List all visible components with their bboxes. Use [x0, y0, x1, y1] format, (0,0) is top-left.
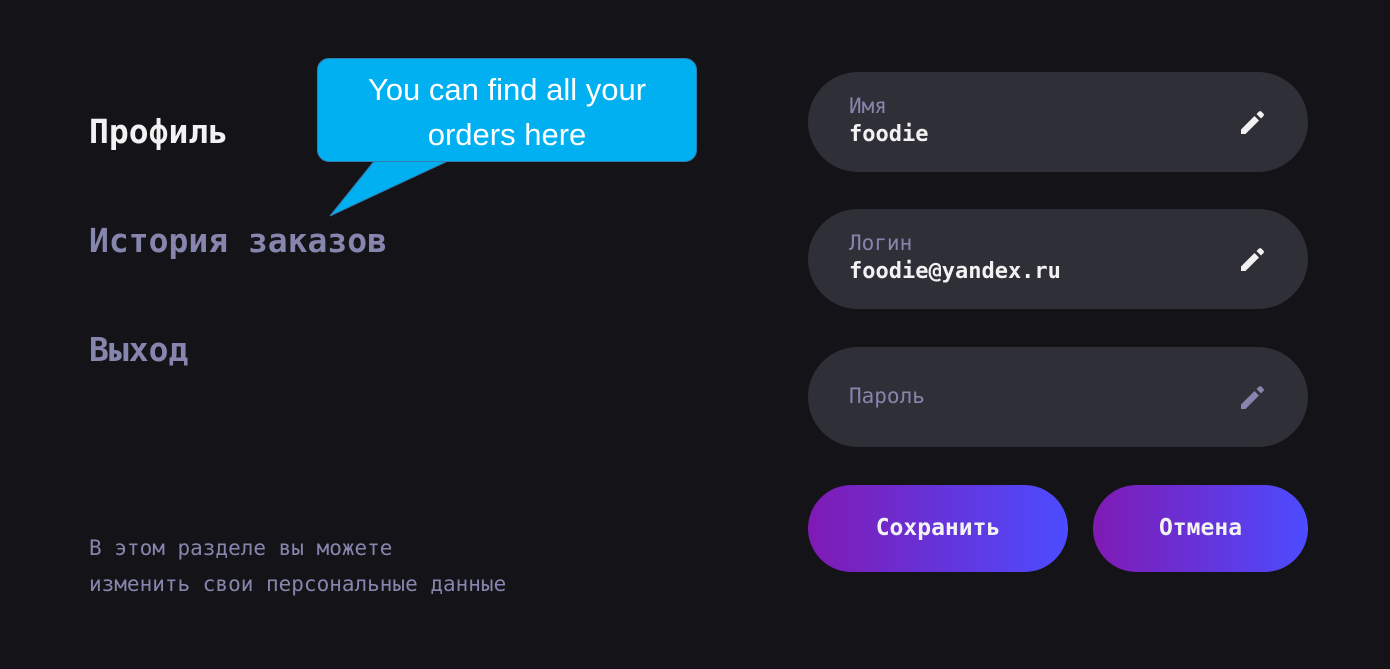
section-description-line-1: В этом разделе вы можете — [89, 536, 393, 560]
nav-item-logout[interactable]: Выход — [89, 330, 188, 370]
pencil-icon[interactable] — [1236, 243, 1268, 275]
pencil-icon[interactable] — [1236, 381, 1268, 413]
password-field-placeholder: Пароль — [849, 384, 925, 408]
callout-annotation: You can find all your orders here — [317, 58, 697, 162]
nav-item-profile[interactable]: Профиль — [89, 112, 228, 152]
password-field[interactable]: Пароль — [808, 347, 1308, 447]
name-field[interactable]: Имя foodie — [808, 72, 1308, 172]
section-description: В этом разделе вы можете изменить свои п… — [89, 530, 609, 602]
login-field[interactable]: Логин foodie@yandex.ru — [808, 209, 1308, 309]
callout-line-2: orders here — [427, 117, 587, 152]
cancel-button[interactable]: Отмена — [1093, 485, 1308, 572]
login-field-value[interactable]: foodie@yandex.ru — [849, 258, 1061, 286]
pencil-icon[interactable] — [1236, 106, 1268, 138]
nav-item-order-history[interactable]: История заказов — [89, 221, 387, 261]
name-field-label: Имя — [849, 94, 887, 118]
name-field-value[interactable]: foodie — [849, 121, 928, 149]
section-description-line-2: изменить свои персональные данные — [89, 572, 507, 596]
save-button[interactable]: Сохранить — [808, 485, 1068, 572]
callout-line-1: You can find all your — [367, 72, 647, 107]
login-field-label: Логин — [849, 231, 913, 255]
